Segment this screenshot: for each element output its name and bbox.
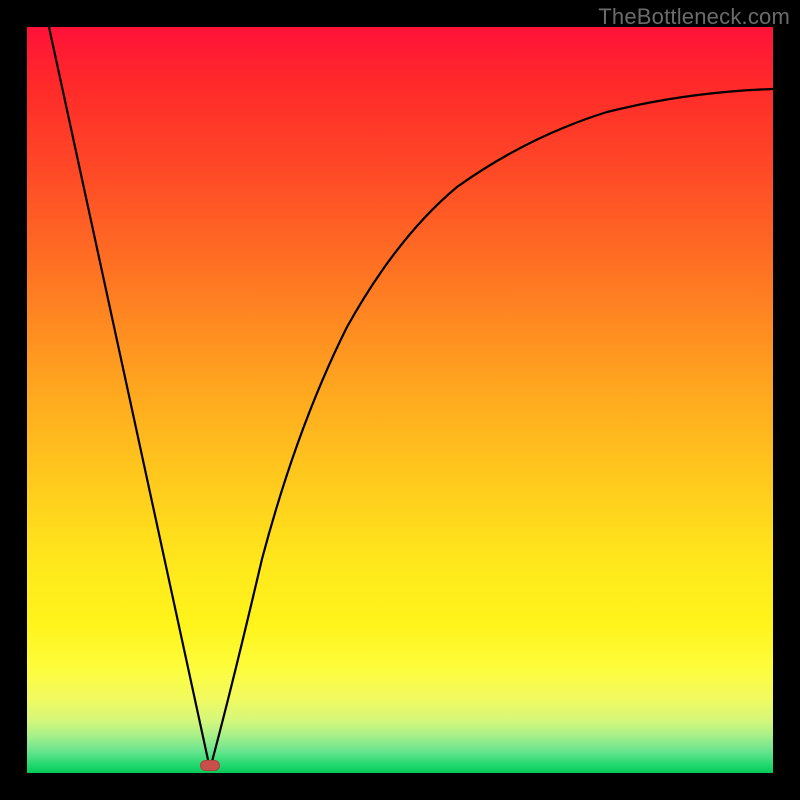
- chart-frame: TheBottleneck.com: [0, 0, 800, 800]
- bottleneck-curve: [27, 27, 773, 773]
- minimum-marker: [200, 760, 220, 771]
- watermark-text: TheBottleneck.com: [598, 4, 790, 30]
- curve-right-branch: [210, 89, 773, 769]
- curve-left-branch: [49, 27, 210, 769]
- plot-area: [27, 27, 773, 773]
